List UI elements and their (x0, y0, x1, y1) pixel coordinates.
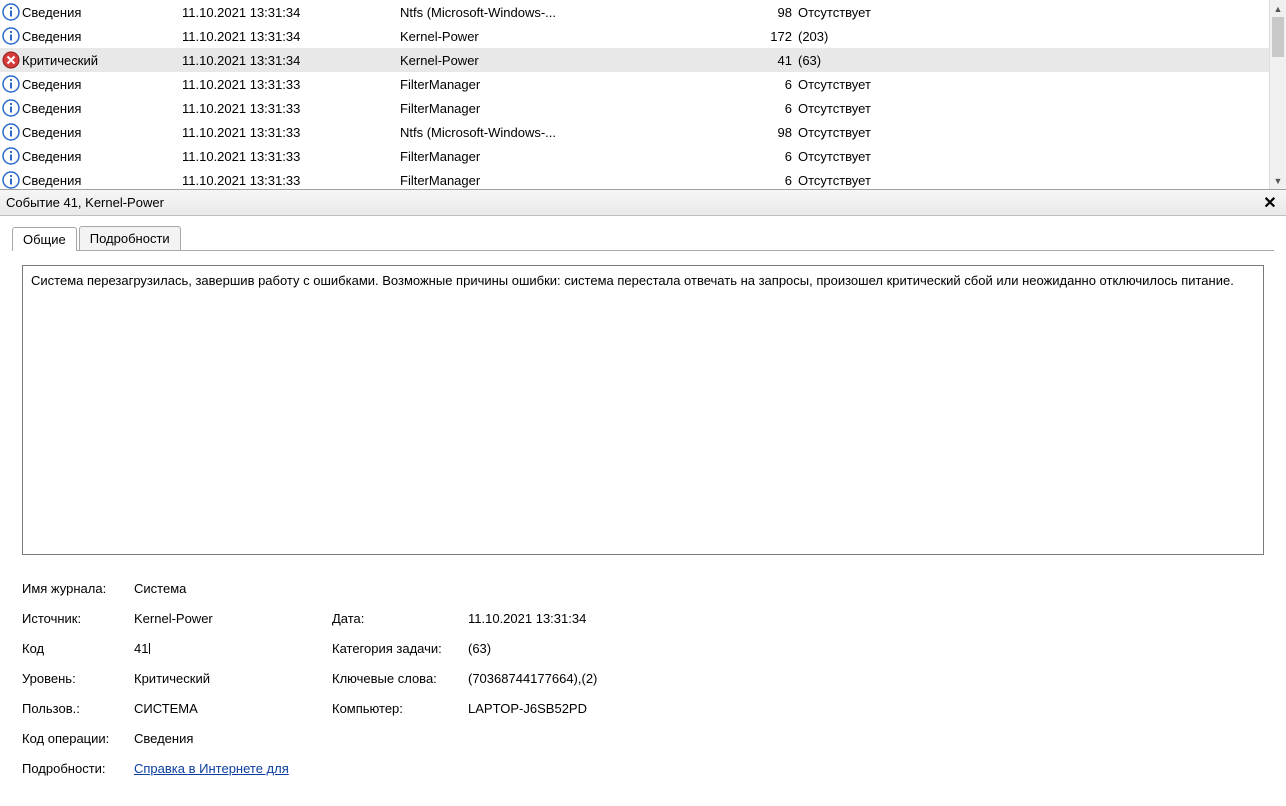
cell-date: 11.10.2021 13:31:34 (182, 29, 400, 44)
cell-date: 11.10.2021 13:31:34 (182, 5, 400, 20)
label-source: Источник: (22, 611, 134, 626)
info-icon (2, 123, 20, 141)
cell-source: Ntfs (Microsoft-Windows-... (400, 5, 760, 20)
cell-level: Критический (22, 53, 182, 68)
info-icon (2, 27, 20, 45)
event-list-scrollbar[interactable]: ▲ ▼ (1269, 0, 1286, 189)
event-row[interactable]: Сведения11.10.2021 13:31:33FilterManager… (0, 144, 1269, 168)
cell-date: 11.10.2021 13:31:33 (182, 149, 400, 164)
tab-general[interactable]: Общие (12, 227, 77, 251)
info-icon (2, 99, 20, 117)
cell-task: (63) (798, 53, 1269, 68)
value-opcode: Сведения (134, 731, 332, 746)
label-computer: Компьютер: (332, 701, 468, 716)
cell-task: (203) (798, 29, 1269, 44)
label-keywords: Ключевые слова: (332, 671, 468, 686)
value-keywords: (70368744177664),(2) (468, 671, 1264, 686)
cell-level: Сведения (22, 149, 182, 164)
event-row[interactable]: Сведения11.10.2021 13:31:33FilterManager… (0, 72, 1269, 96)
more-info-link[interactable]: Справка в Интернете для (134, 761, 289, 776)
details-pane-title: Событие 41, Kernel-Power (6, 195, 1260, 210)
cell-source: FilterManager (400, 77, 760, 92)
cell-level: Сведения (22, 5, 182, 20)
cell-source: FilterManager (400, 149, 760, 164)
cell-event-id: 6 (760, 101, 798, 116)
cell-source: FilterManager (400, 101, 760, 116)
event-row[interactable]: Сведения11.10.2021 13:31:34Ntfs (Microso… (0, 0, 1269, 24)
cell-source: Ntfs (Microsoft-Windows-... (400, 125, 760, 140)
details-tabs: Общие Подробности (0, 216, 1286, 250)
label-user: Пользов.: (22, 701, 134, 716)
cell-date: 11.10.2021 13:31:33 (182, 125, 400, 140)
cell-task: Отсутствует (798, 101, 1269, 116)
value-event-id: 41 (134, 641, 148, 656)
cell-event-id: 172 (760, 29, 798, 44)
label-more-info: Подробности: (22, 761, 134, 776)
scroll-up-button[interactable]: ▲ (1270, 0, 1286, 17)
label-event-id: Код (22, 641, 134, 656)
cell-source: Kernel-Power (400, 53, 760, 68)
event-row[interactable]: Сведения11.10.2021 13:31:33FilterManager… (0, 96, 1269, 120)
label-opcode: Код операции: (22, 731, 134, 746)
label-log-name: Имя журнала: (22, 581, 134, 596)
close-icon[interactable]: ✕ (1260, 193, 1280, 213)
value-level: Критический (134, 671, 332, 686)
event-list[interactable]: Сведения11.10.2021 13:31:34Ntfs (Microso… (0, 0, 1286, 190)
value-computer: LAPTOP-J6SB52PD (468, 701, 1264, 716)
cell-date: 11.10.2021 13:31:33 (182, 101, 400, 116)
cell-date: 11.10.2021 13:31:33 (182, 77, 400, 92)
cell-date: 11.10.2021 13:31:33 (182, 173, 400, 188)
cell-event-id: 6 (760, 77, 798, 92)
cell-event-id: 98 (760, 5, 798, 20)
cell-source: Kernel-Power (400, 29, 760, 44)
cell-level: Сведения (22, 77, 182, 92)
info-icon (2, 3, 20, 21)
info-icon (2, 171, 20, 189)
value-source: Kernel-Power (134, 611, 332, 626)
cell-event-id: 6 (760, 149, 798, 164)
tab-details[interactable]: Подробности (79, 226, 181, 250)
cell-event-id: 41 (760, 53, 798, 68)
cell-task: Отсутствует (798, 125, 1269, 140)
cell-task: Отсутствует (798, 77, 1269, 92)
event-row[interactable]: Сведения11.10.2021 13:31:33Ntfs (Microso… (0, 120, 1269, 144)
cell-level: Сведения (22, 125, 182, 140)
cell-event-id: 6 (760, 173, 798, 188)
info-icon (2, 147, 20, 165)
event-row[interactable]: Сведения11.10.2021 13:31:33FilterManager… (0, 168, 1269, 190)
details-pane-header: Событие 41, Kernel-Power ✕ (0, 190, 1286, 216)
scroll-down-button[interactable]: ▼ (1270, 172, 1286, 189)
label-task-category: Категория задачи: (332, 641, 468, 656)
cell-task: Отсутствует (798, 5, 1269, 20)
cell-task: Отсутствует (798, 173, 1269, 188)
value-task-category: (63) (468, 641, 1264, 656)
event-description[interactable]: Система перезагрузилась, завершив работу… (22, 265, 1264, 555)
value-user: СИСТЕМА (134, 701, 332, 716)
critical-icon (2, 51, 20, 69)
info-icon (2, 75, 20, 93)
cell-level: Сведения (22, 29, 182, 44)
event-row[interactable]: Сведения11.10.2021 13:31:34Kernel-Power1… (0, 24, 1269, 48)
cell-source: FilterManager (400, 173, 760, 188)
event-row[interactable]: Критический11.10.2021 13:31:34Kernel-Pow… (0, 48, 1269, 72)
scroll-thumb[interactable] (1272, 17, 1284, 57)
event-properties: Имя журнала: Система Источник: Kernel-Po… (22, 573, 1264, 783)
value-log-name: Система (134, 581, 332, 596)
cell-level: Сведения (22, 101, 182, 116)
cell-date: 11.10.2021 13:31:34 (182, 53, 400, 68)
label-date: Дата: (332, 611, 468, 626)
cell-level: Сведения (22, 173, 182, 188)
cell-task: Отсутствует (798, 149, 1269, 164)
value-date: 11.10.2021 13:31:34 (468, 611, 1264, 626)
cell-event-id: 98 (760, 125, 798, 140)
label-level: Уровень: (22, 671, 134, 686)
